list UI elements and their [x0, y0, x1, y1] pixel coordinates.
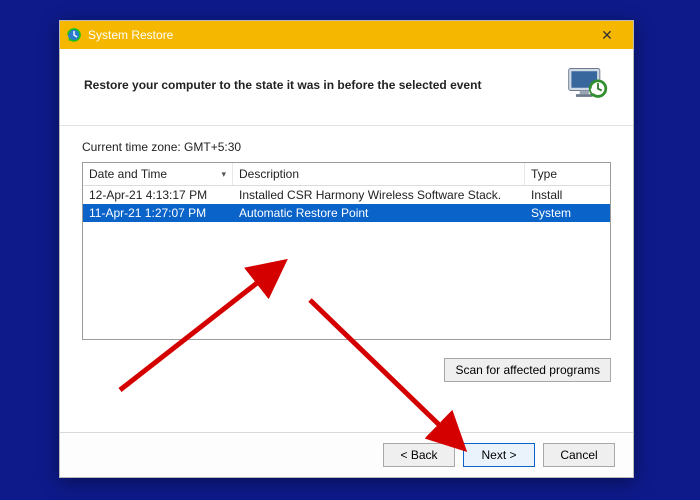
back-button[interactable]: < Back [383, 443, 455, 467]
wizard-header: Restore your computer to the state it wa… [60, 49, 633, 126]
row-type: System [525, 204, 610, 222]
wizard-heading: Restore your computer to the state it wa… [84, 78, 565, 92]
restore-point-row[interactable]: 11-Apr-21 1:27:07 PM Automatic Restore P… [83, 204, 610, 222]
scan-affected-button[interactable]: Scan for affected programs [444, 358, 611, 382]
cancel-button[interactable]: Cancel [543, 443, 615, 467]
list-header: Date and Time ▾ Description Type [83, 163, 610, 186]
close-button[interactable]: ✕ [587, 27, 627, 44]
timezone-label: Current time zone: GMT+5:30 [82, 140, 611, 154]
system-restore-icon [66, 27, 82, 43]
row-datetime: 11-Apr-21 1:27:07 PM [83, 204, 233, 222]
row-type: Install [525, 186, 610, 204]
row-datetime: 12-Apr-21 4:13:17 PM [83, 186, 233, 204]
restore-point-row[interactable]: 12-Apr-21 4:13:17 PM Installed CSR Harmo… [83, 186, 610, 204]
row-description: Installed CSR Harmony Wireless Software … [233, 186, 525, 204]
window-title: System Restore [88, 28, 587, 42]
restore-monitor-icon [565, 63, 609, 107]
titlebar: System Restore ✕ [60, 21, 633, 49]
col-description[interactable]: Description [233, 163, 525, 185]
col-date-time[interactable]: Date and Time ▾ [83, 163, 233, 185]
next-button[interactable]: Next > [463, 443, 535, 467]
system-restore-window: System Restore ✕ Restore your computer t… [59, 20, 634, 478]
col-type[interactable]: Type [525, 163, 610, 185]
wizard-footer: < Back Next > Cancel [60, 432, 633, 477]
row-description: Automatic Restore Point [233, 204, 525, 222]
sort-desc-icon: ▾ [221, 169, 226, 180]
restore-points-list[interactable]: Date and Time ▾ Description Type 12-Apr-… [82, 162, 611, 340]
col-date-time-label: Date and Time [89, 167, 167, 181]
